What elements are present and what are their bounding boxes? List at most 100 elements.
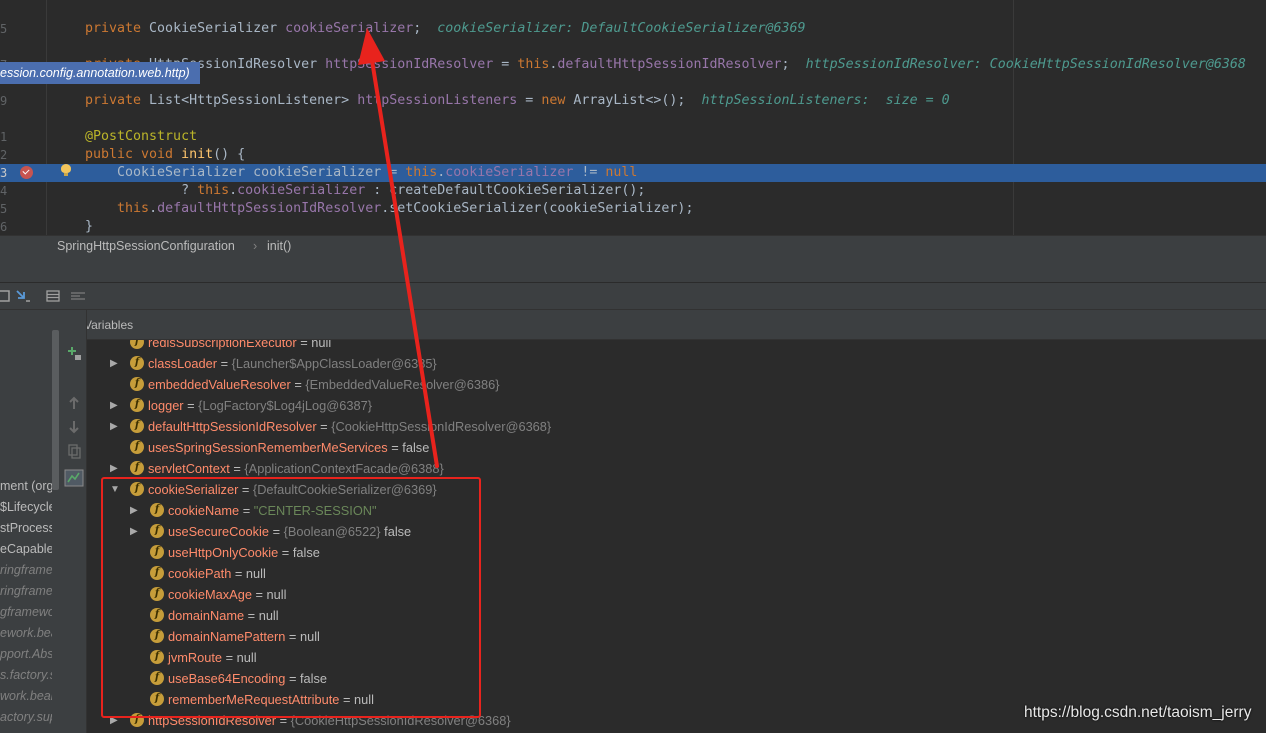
move-up-icon[interactable] (66, 395, 82, 411)
variable-text: redisSubscriptionExecutor = null (148, 340, 331, 353)
line-code[interactable]: private CookieSerializer cookieSerialize… (85, 20, 806, 38)
code-line[interactable]: 4 ? this.cookieSerializer : createDefaul… (0, 182, 1266, 200)
expand-arrow-icon[interactable]: ▶ (110, 353, 120, 374)
line-number[interactable]: 3 (0, 164, 12, 182)
expand-arrow-icon[interactable]: ▶ (110, 458, 120, 479)
code-token: new (541, 93, 574, 108)
copy-icon[interactable] (66, 443, 82, 459)
line-code[interactable]: ? this.cookieSerializer : createDefaultC… (85, 182, 645, 200)
variable-separator: = (217, 356, 232, 371)
code-token: cookieSerializer (285, 21, 414, 36)
line-number[interactable]: 6 (0, 218, 12, 235)
variable-row[interactable]: f embeddedValueResolver = {EmbeddedValueR… (87, 374, 1187, 395)
new-watch-icon[interactable] (66, 345, 82, 361)
line-code[interactable]: public void init() { (85, 146, 245, 164)
frame-item[interactable]: s.factory.su (0, 665, 52, 685)
code-line[interactable]: 5 this.defaultHttpSessionIdResolver.setC… (0, 200, 1266, 218)
code-token: cookieSerializer (445, 165, 574, 180)
frames-list[interactable]: ment (org.$LifecycleMstProcessoeCapableB… (0, 310, 52, 733)
evaluate-expression-icon[interactable] (46, 290, 60, 302)
code-line[interactable]: 6} (0, 218, 1266, 235)
variable-separator: = (296, 340, 312, 350)
variable-row[interactable]: f redisSubscriptionExecutor = null (87, 340, 1187, 353)
code-token: . (149, 201, 158, 216)
variable-row[interactable]: ▶ f defaultHttpSessionIdResolver = {Cookie… (87, 416, 1187, 437)
code-token: ; (413, 21, 438, 36)
frame-item[interactable]: eCapableB (0, 539, 52, 559)
line-number[interactable]: 4 (0, 182, 12, 200)
trace-icon[interactable] (70, 290, 86, 302)
variable-name: redisSubscriptionExecutor (148, 340, 297, 350)
code-editor[interactable]: 5 private CookieSerializer cookieSerializ… (0, 0, 1266, 235)
line-code[interactable]: CookieSerializer cookieSerializer = this… (85, 164, 637, 182)
frame-item[interactable]: ringframew (0, 560, 52, 580)
step-out-icon[interactable] (15, 289, 31, 303)
code-token: null (605, 165, 638, 180)
breadcrumb-class[interactable]: SpringHttpSessionConfiguration (57, 239, 235, 253)
code-token: ? (85, 183, 198, 198)
line-code[interactable]: private HttpSessionIdResolver httpSessio… (85, 56, 1246, 74)
intention-bulb-icon[interactable] (61, 164, 71, 177)
variable-row[interactable]: ▶ f classLoader = {Launcher$AppClassLoader… (87, 353, 1187, 374)
breakpoint-icon[interactable] (20, 166, 33, 179)
frame-item[interactable]: ringframew (0, 581, 52, 601)
frame-item[interactable]: pport.Abst (0, 644, 52, 664)
inline-debug-value: httpSessionListeners: size = 0 (701, 93, 950, 108)
frames-panel: ment (org.$LifecycleMstProcessoeCapableB… (0, 310, 61, 733)
code-line[interactable]: 9 private List<HttpSessionListener> httpS… (0, 92, 1266, 110)
frame-item[interactable]: work.bean (0, 686, 52, 706)
frame-item[interactable]: ework.bea (0, 623, 52, 643)
expand-arrow-icon[interactable]: ▶ (110, 395, 120, 416)
variables-toolbar (61, 310, 87, 733)
line-number[interactable]: 2 (0, 146, 12, 164)
variable-row[interactable]: f usesSpringSessionRememberMeServices = f… (87, 437, 1187, 458)
variable-row[interactable]: ▶ f servletContext = {ApplicationContextFa… (87, 458, 1187, 479)
variable-row[interactable]: ▶ f logger = {LogFactory$Log4jLog@6387} (87, 395, 1187, 416)
line-number[interactable]: 5 (0, 200, 12, 218)
move-down-icon[interactable] (66, 419, 82, 435)
breadcrumb-method[interactable]: init() (267, 239, 291, 253)
field-icon: f (130, 356, 144, 370)
variable-value: {ApplicationContextFacade@6388} (244, 461, 444, 476)
code-line[interactable]: 2 public void init() { (0, 146, 1266, 164)
code-line[interactable]: 5 private CookieSerializer cookieSerializ… (0, 20, 1266, 38)
frames-scrollbar[interactable] (52, 330, 59, 490)
code-token: . (229, 183, 238, 198)
code-token: httpSessionIdResolver (325, 57, 494, 72)
frame-item[interactable]: $LifecycleM (0, 497, 52, 517)
frame-item[interactable]: ment (org. (0, 476, 52, 496)
field-icon: f (130, 419, 144, 433)
line-code[interactable]: this.defaultHttpSessionIdResolver.setCoo… (85, 200, 693, 218)
variable-name: classLoader (148, 356, 218, 371)
line-number[interactable]: 1 (0, 128, 12, 146)
breadcrumb-separator: › (253, 239, 258, 253)
frame-item[interactable]: stProcesso (0, 518, 52, 538)
selected-frame[interactable]: ession.config.annotation.web.http) (0, 62, 200, 84)
field-icon: f (130, 377, 144, 391)
line-code[interactable]: @PostConstruct (85, 128, 197, 146)
code-token: public void (85, 147, 182, 162)
variable-text: servletContext = {ApplicationContextFaca… (148, 458, 444, 479)
variables-header: Variables (61, 310, 1266, 340)
code-token: } (85, 219, 94, 234)
variable-value: {Launcher$AppClassLoader@6385} (231, 356, 437, 371)
frame-item[interactable]: gframewor (0, 602, 52, 622)
variable-text: classLoader = {Launcher$AppClassLoader@6… (148, 353, 437, 374)
line-number[interactable]: 5 (0, 20, 12, 38)
variable-separator: = (316, 419, 332, 434)
line-number[interactable]: 9 (0, 92, 12, 110)
code-line-current[interactable]: 3 CookieSerializer cookieSerializer = th… (0, 164, 1266, 182)
variable-value: false (402, 440, 430, 455)
code-token: this (197, 183, 230, 198)
line-code[interactable]: } (85, 218, 93, 235)
show-watches-icon[interactable] (64, 469, 84, 487)
frame-item[interactable]: actory.supp (0, 707, 52, 727)
code-token: ; (781, 57, 806, 72)
variables-title: Variables (84, 318, 134, 332)
frame-icon[interactable] (0, 290, 12, 302)
watermark: https://blog.csdn.net/taoism_jerry (1024, 704, 1252, 721)
code-line[interactable]: 1 @PostConstruct (0, 128, 1266, 146)
code-token: .setCookieSerializer(cookieSerializer); (381, 201, 694, 216)
line-code[interactable]: private List<HttpSessionListener> httpSe… (85, 92, 950, 110)
expand-arrow-icon[interactable]: ▶ (110, 416, 120, 437)
